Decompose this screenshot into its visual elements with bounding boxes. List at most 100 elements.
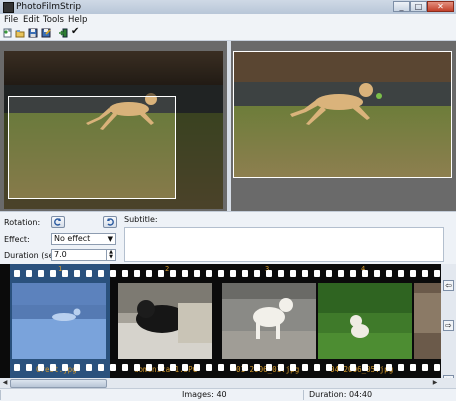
chevron-down-icon: ▼ — [107, 235, 113, 243]
start-image-pane[interactable] — [0, 41, 227, 211]
sprocket-hole — [50, 364, 56, 371]
sprocket-hole — [422, 364, 428, 371]
menu-edit[interactable]: Edit — [23, 14, 39, 26]
import-pictures-icon[interactable] — [58, 28, 68, 38]
frame-thumbnail[interactable] — [414, 283, 441, 359]
sprocket-hole — [14, 364, 20, 371]
app-logo-icon — [3, 2, 14, 13]
sprocket-hole — [158, 364, 164, 371]
sprocket-hole — [374, 364, 380, 371]
sprocket-hole — [350, 270, 356, 277]
sprocket-hole — [338, 364, 344, 371]
window-title: PhotoFilmStrip — [16, 2, 82, 12]
filmstrip[interactable]: 1 Crest.jpg 2 domenica-1.JPG 3 4 — [0, 264, 456, 378]
menu-tools[interactable]: Tools — [43, 14, 64, 26]
rotate-left-button[interactable] — [51, 216, 65, 228]
open-project-icon[interactable] — [15, 28, 25, 38]
frame-thumbnail[interactable] — [318, 283, 412, 359]
status-bar: Images: 40 Duration: 04:40 — [0, 388, 456, 401]
effect-dropdown[interactable]: No effect ▼ — [51, 233, 116, 245]
sprocket-hole — [302, 364, 308, 371]
frame-thumbnail[interactable] — [222, 283, 316, 359]
sprocket-hole — [182, 364, 188, 371]
sprocket-hole — [266, 364, 272, 371]
save-as-icon[interactable] — [41, 28, 51, 38]
end-image-pane[interactable] — [231, 41, 456, 211]
menu-file[interactable]: File — [4, 14, 18, 26]
sprocket-hole — [434, 364, 440, 371]
sprocket-hole — [242, 364, 248, 371]
title-bar[interactable]: PhotoFilmStrip _ □ ✕ — [0, 0, 456, 15]
sprocket-hole — [170, 270, 176, 277]
sprocket-hole — [146, 364, 152, 371]
sprocket-hole — [326, 364, 332, 371]
sprocket-hole — [230, 270, 236, 277]
save-icon[interactable] — [28, 28, 38, 38]
duration-value: 7.0 — [54, 250, 67, 259]
filmstrip-track[interactable]: 1 Crest.jpg 2 domenica-1.JPG 3 4 — [10, 264, 441, 378]
status-duration: Duration: 04:40 — [309, 390, 373, 399]
status-images-count: Images: 40 — [182, 390, 227, 399]
sprocket-hole — [254, 270, 260, 277]
sprocket-hole — [362, 364, 368, 371]
sprocket-hole — [386, 364, 392, 371]
sprocket-hole — [218, 270, 224, 277]
sprocket-hole — [26, 270, 32, 277]
sprocket-hole — [254, 364, 260, 371]
sprocket-hole — [86, 364, 92, 371]
scroll-right-arrow-icon[interactable]: ▶ — [430, 378, 440, 388]
frame-number: 2 — [165, 265, 170, 273]
new-project-icon[interactable] — [3, 28, 13, 38]
sprocket-hole — [62, 364, 68, 371]
move-right-button[interactable]: ⇨ — [443, 320, 454, 331]
effect-label: Effect: — [4, 235, 30, 244]
sprocket-hole — [206, 270, 212, 277]
crop-rectangle[interactable] — [8, 96, 176, 199]
sprocket-hole — [38, 364, 44, 371]
maximize-button[interactable]: □ — [410, 1, 427, 12]
rotate-right-button[interactable] — [103, 216, 117, 228]
toolbar: ✔ — [0, 26, 456, 41]
sprocket-hole — [26, 364, 32, 371]
sprocket-hole — [110, 364, 116, 371]
sprocket-hole — [194, 364, 200, 371]
sprocket-hole — [386, 270, 392, 277]
sprocket-hole — [398, 270, 404, 277]
sprocket-hole — [422, 270, 428, 277]
scroll-left-arrow-icon[interactable]: ◀ — [0, 378, 10, 388]
sprocket-hole — [314, 270, 320, 277]
close-button[interactable]: ✕ — [427, 1, 454, 12]
sprocket-hole — [134, 270, 140, 277]
sprocket-hole — [74, 364, 80, 371]
sprocket-hole — [14, 270, 20, 277]
stepper-arrows-icon[interactable]: ▲ ▼ — [106, 250, 115, 260]
frame-thumbnail[interactable] — [118, 283, 212, 359]
duration-stepper[interactable]: 7.0 ▲ ▼ — [51, 249, 116, 261]
sprocket-hole — [146, 270, 152, 277]
sprocket-hole — [182, 270, 188, 277]
minimize-button[interactable]: _ — [393, 1, 410, 12]
move-left-button[interactable]: ⇦ — [443, 280, 454, 291]
sprocket-hole — [338, 270, 344, 277]
sprocket-hole — [290, 364, 296, 371]
sprocket-hole — [398, 364, 404, 371]
rotate-right-icon — [107, 218, 114, 226]
end-image-preview — [233, 51, 452, 178]
sprocket-hole — [206, 364, 212, 371]
sprocket-hole — [266, 270, 272, 277]
sprocket-hole — [98, 270, 104, 277]
start-image-preview — [4, 51, 223, 209]
scrollbar-thumb[interactable] — [10, 379, 107, 388]
sprocket-hole — [218, 364, 224, 371]
sprocket-hole — [230, 364, 236, 371]
subtitle-textarea[interactable] — [124, 227, 444, 262]
sprocket-hole — [326, 270, 332, 277]
filmstrip-scrollbar[interactable]: ◀ ▶ — [0, 378, 456, 388]
sprocket-hole — [362, 270, 368, 277]
sprocket-hole — [38, 270, 44, 277]
menu-help[interactable]: Help — [68, 14, 87, 26]
sprocket-hole — [434, 270, 440, 277]
render-checkmark-icon[interactable]: ✔ — [71, 27, 81, 37]
frame-thumbnail[interactable] — [12, 283, 106, 359]
sprocket-hole — [110, 270, 116, 277]
